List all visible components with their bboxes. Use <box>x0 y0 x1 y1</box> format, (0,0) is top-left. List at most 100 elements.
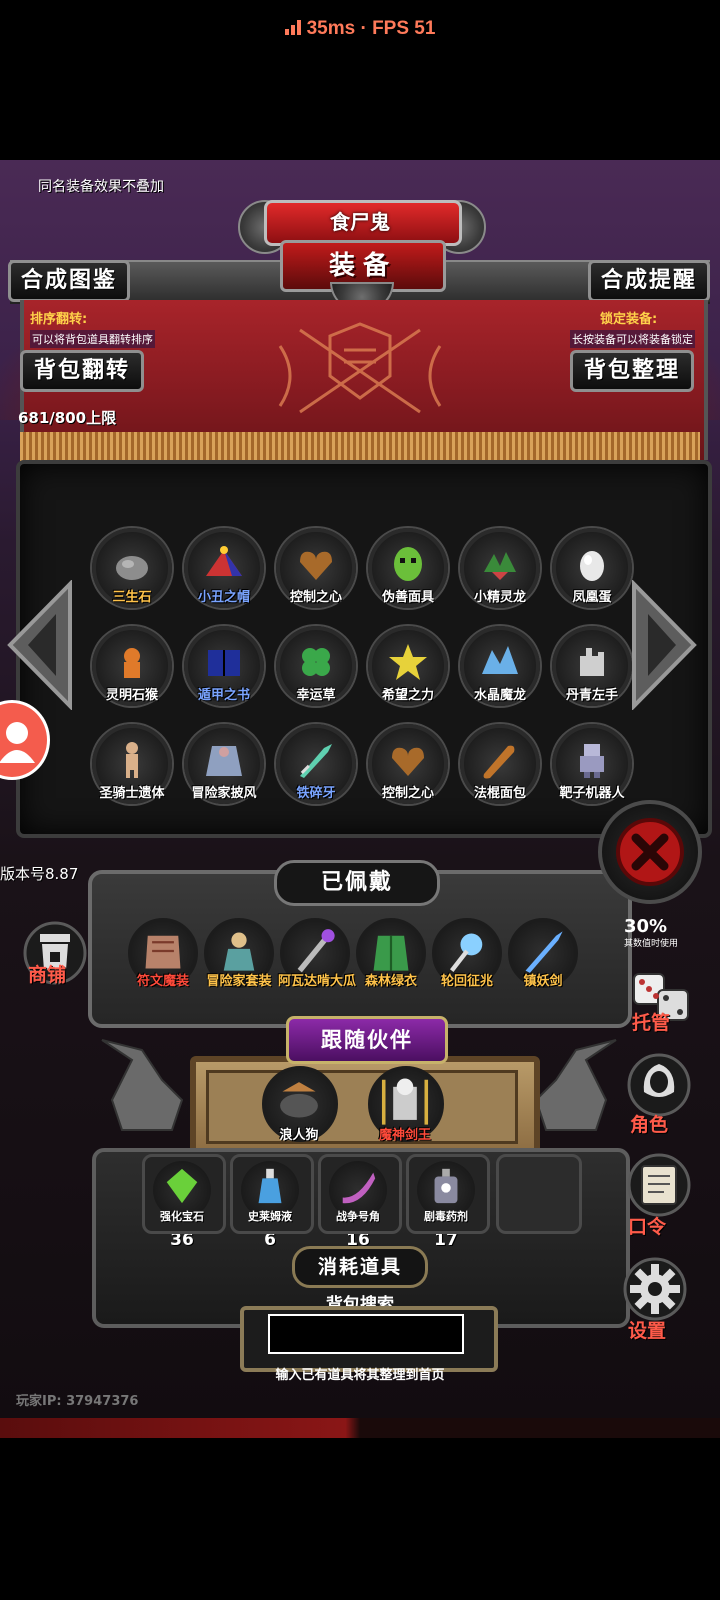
item-name: 法棍面包 <box>473 786 526 801</box>
inventory-slot[interactable]: 小精灵龙 <box>460 528 540 624</box>
empty-consumable-slot[interactable] <box>496 1154 582 1234</box>
item-name: 冒险家披风 <box>191 786 257 801</box>
companion-title: 跟随伙伴 <box>286 1016 448 1064</box>
item-name: 小精灵龙 <box>473 590 526 605</box>
shop-label[interactable]: 商铺 <box>28 960 66 987</box>
item-name: 铁碎牙 <box>296 786 336 801</box>
bread-icon <box>483 745 515 779</box>
floating-avatar-button[interactable] <box>0 700 50 780</box>
inventory-slot[interactable]: 小丑之帽 <box>184 528 264 624</box>
egg-icon <box>580 551 604 581</box>
consumables-title: 消耗道具 <box>292 1246 428 1288</box>
companion-name: 浪人狗 <box>279 1128 319 1143</box>
stat-note: 其数值时使用 <box>624 939 679 949</box>
codex-button[interactable]: 合成图鉴 <box>8 260 130 302</box>
consumable-name: 剧毒药剂 <box>424 1210 468 1223</box>
inventory-slot[interactable]: 灵明石猴 <box>92 626 172 722</box>
close-button[interactable] <box>598 800 702 904</box>
equipped-item-name: 轮回征兆 <box>440 974 493 989</box>
inventory-slot[interactable]: 水晶魔龙 <box>460 626 540 722</box>
item-name: 希望之力 <box>381 688 434 703</box>
inventory-slot[interactable]: 圣骑士遗体 <box>92 724 172 820</box>
remains-icon <box>126 742 138 778</box>
consumable-slot[interactable]: 剧毒药剂 17 <box>406 1154 490 1250</box>
scroll-icon[interactable] <box>626 1152 692 1218</box>
mask-icon <box>394 547 422 581</box>
equipped-item-name: 森林绿衣 <box>364 974 417 989</box>
same-name-note: 同名装备效果不叠加 <box>38 179 164 195</box>
bottom-bar <box>0 1418 720 1438</box>
manage-label[interactable]: 托管 <box>632 1008 670 1035</box>
inventory-slot[interactable]: 凤凰蛋 <box>552 528 632 624</box>
consumable-name: 战争号角 <box>336 1210 380 1223</box>
staff-icon <box>297 929 335 973</box>
equipped-item-name: 冒险家套装 <box>206 974 272 989</box>
inventory-slot[interactable]: 控制之心 <box>368 724 448 820</box>
companion-name: 魔神剑王 <box>378 1128 431 1143</box>
companion-slot[interactable]: 浪人狗 <box>262 1066 338 1146</box>
consumable-slot[interactable]: 史莱姆液 6 <box>230 1154 314 1250</box>
ice-orb-icon <box>450 933 483 972</box>
sort-flip-title: 排序翻转: <box>30 312 88 327</box>
sort-flip-desc: 可以将背包道具翻转排序 <box>30 330 155 348</box>
inventory-slot[interactable]: 三生石 <box>92 528 172 624</box>
settings-label[interactable]: 设置 <box>628 1316 666 1343</box>
star-icon <box>389 644 427 680</box>
bag-organize-button[interactable]: 背包整理 <box>570 350 694 392</box>
companion-slot[interactable]: 魔神剑王 <box>368 1066 444 1146</box>
dragon-icon <box>484 552 516 580</box>
inventory-slot[interactable]: 伪善面具 <box>368 528 448 624</box>
dragon-statue-left-icon <box>101 1039 184 1131</box>
equipped-item-name: 镇妖剑 <box>523 974 563 989</box>
adventurer-icon <box>223 932 255 971</box>
prev-page-arrow-icon[interactable] <box>6 580 76 710</box>
equipped-item-name: 符文魔装 <box>136 974 189 989</box>
crystal-dragon-icon <box>482 646 518 674</box>
item-name: 小丑之帽 <box>197 590 250 605</box>
next-page-arrow-icon[interactable] <box>628 580 698 710</box>
hand-icon <box>580 648 604 676</box>
fps-text: FPS 51 <box>372 18 436 39</box>
equipped-slot[interactable]: 镇妖剑 <box>506 918 580 998</box>
poison-icon <box>434 1168 458 1204</box>
bag-search-input[interactable] <box>268 1314 464 1354</box>
reminder-button[interactable]: 合成提醒 <box>588 260 710 302</box>
rune-armor-icon <box>145 935 181 969</box>
signal-icon <box>284 20 301 35</box>
character-icon[interactable] <box>626 1052 692 1118</box>
settings-gear-icon[interactable] <box>622 1256 688 1322</box>
ping-text: 35ms <box>306 18 356 39</box>
item-name: 圣骑士遗体 <box>99 786 165 801</box>
player-ip-text: 玩家IP: 37947376 <box>16 1394 139 1409</box>
equipped-title: 已佩戴 <box>274 860 440 906</box>
role-label[interactable]: 角色 <box>630 1110 668 1137</box>
inventory-slot[interactable]: 铁碎牙 <box>276 724 356 820</box>
command-label[interactable]: 口令 <box>628 1212 666 1239</box>
equipped-slot[interactable]: 轮回征兆 <box>430 918 504 998</box>
inventory-slot[interactable]: 幸运草 <box>276 626 356 722</box>
inventory-slot[interactable]: 丹青左手 <box>552 626 632 722</box>
inventory-slot[interactable]: 遁甲之书 <box>184 626 264 722</box>
inventory-slot[interactable]: 法棍面包 <box>460 724 540 820</box>
consumable-name: 史莱姆液 <box>248 1210 292 1223</box>
equipped-slot[interactable]: 符文魔装 <box>126 918 200 998</box>
bag-flip-button[interactable]: 背包翻转 <box>20 350 144 392</box>
consumable-slot[interactable]: 强化宝石 36 <box>142 1154 226 1250</box>
inventory-slot[interactable]: 控制之心 <box>276 528 356 624</box>
status-bar: 35ms · FPS 51 <box>0 18 720 40</box>
lock-equip-desc: 长按装备可以将装备锁定 <box>570 330 695 348</box>
equipped-slot[interactable]: 森林绿衣 <box>354 918 428 998</box>
item-name: 水晶魔龙 <box>473 688 526 703</box>
equipped-slot[interactable]: 冒险家套装 <box>202 918 276 998</box>
inventory-slot[interactable]: 希望之力 <box>368 626 448 722</box>
equipped-slot[interactable]: 阿瓦达啃大瓜 <box>278 918 357 998</box>
lock-equip-title: 锁定装备: <box>600 312 658 327</box>
close-icon <box>616 818 684 886</box>
item-name: 灵明石猴 <box>105 688 158 703</box>
item-name: 凤凰蛋 <box>572 590 612 605</box>
equipped-item-name: 阿瓦达啃大瓜 <box>278 974 357 989</box>
monkey-icon <box>124 648 140 678</box>
consumable-slot[interactable]: 战争号角 16 <box>318 1154 402 1250</box>
inventory-slot[interactable]: 冒险家披风 <box>184 724 264 820</box>
item-name: 丹青左手 <box>565 688 618 703</box>
